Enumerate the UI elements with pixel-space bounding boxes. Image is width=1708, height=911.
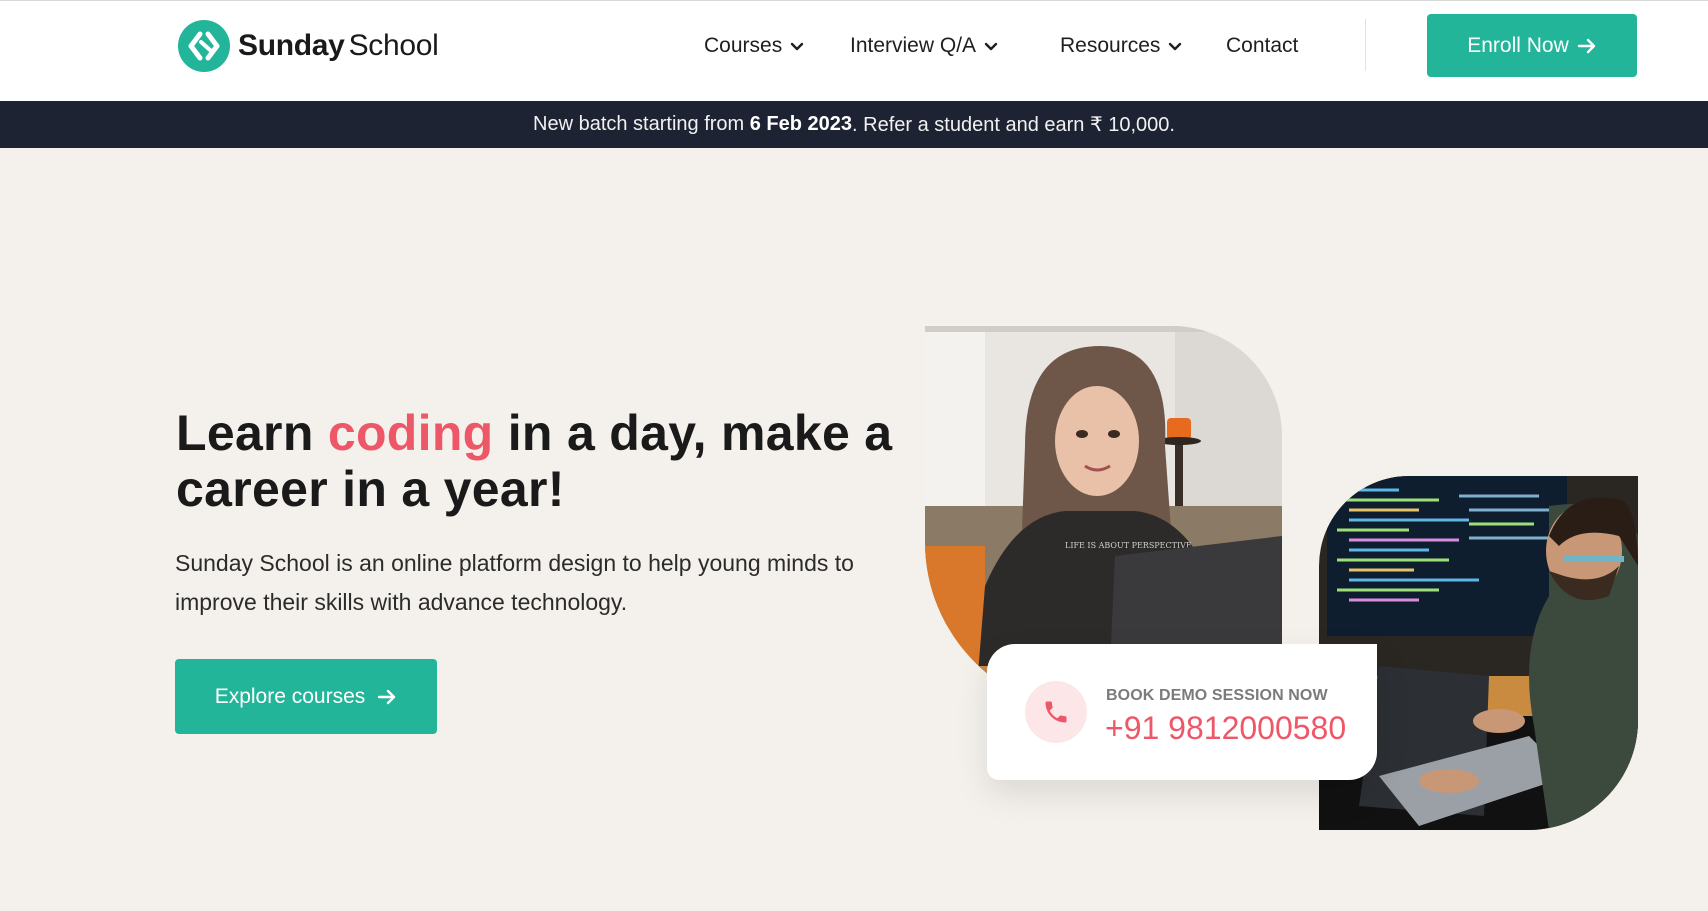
arrow-right-icon (378, 689, 396, 704)
demo-phone-number[interactable]: +91 9812000580 (1105, 710, 1346, 747)
explore-courses-label: Explore courses (214, 684, 366, 708)
chevron-down-icon (791, 42, 804, 51)
nav-item-label: Resources (1060, 34, 1161, 57)
nav-item-label: Courses (704, 34, 783, 57)
chevron-down-icon (1169, 42, 1182, 51)
explore-courses-button[interactable]: Explore courses (175, 659, 437, 734)
nav-item-courses[interactable]: Courses (704, 30, 804, 62)
hero-title-accent: coding (327, 405, 494, 461)
phone-icon-badge (1025, 681, 1087, 743)
brand-name-bold: Sunday (238, 28, 345, 62)
announcement-suffix: . Refer a student and earn ₹ 10,000. (852, 114, 1175, 136)
brand-name: Sunday School (238, 29, 439, 63)
chevron-down-icon (984, 42, 998, 51)
brand-logo[interactable]: Sunday School (178, 19, 439, 72)
hero-description: Sunday School is an online platform desi… (175, 550, 854, 615)
enroll-now-label: Enroll Now (1467, 33, 1569, 57)
book-demo-card[interactable]: BOOK DEMO SESSION NOW +91 9812000580 (987, 644, 1377, 780)
sunday-school-logo-icon (178, 19, 230, 72)
nav-item-label: Contact (1226, 34, 1299, 57)
arrow-right-icon (1577, 38, 1595, 53)
site-header: Sunday School Courses Interview Q/A Resou… (0, 0, 1708, 101)
demo-session-label: BOOK DEMO SESSION NOW (1106, 687, 1328, 704)
announcement-prefix: New batch starting from (533, 113, 750, 135)
announcement-bar: New batch starting from 6 Feb 2023. Refe… (0, 101, 1708, 148)
svg-text:LIFE IS ABOUT PERSPECTIVE: LIFE IS ABOUT PERSPECTIVE (1065, 541, 1192, 550)
nav-item-resources[interactable]: Resources (1060, 30, 1182, 62)
nav-item-contact[interactable]: Contact (1226, 30, 1298, 62)
hero-title: Learn coding in a day, make a career in … (176, 405, 896, 517)
nav-item-interview-qa[interactable]: Interview Q/A (850, 30, 998, 62)
brand-name-regular: School (348, 28, 439, 62)
enroll-now-button[interactable]: Enroll Now (1427, 14, 1637, 77)
nav-divider (1365, 19, 1366, 71)
hero-title-start: Learn (176, 405, 328, 461)
nav-item-label: Interview Q/A (850, 34, 977, 57)
phone-icon (1045, 701, 1067, 723)
announcement-date: 6 Feb 2023 (749, 113, 853, 135)
